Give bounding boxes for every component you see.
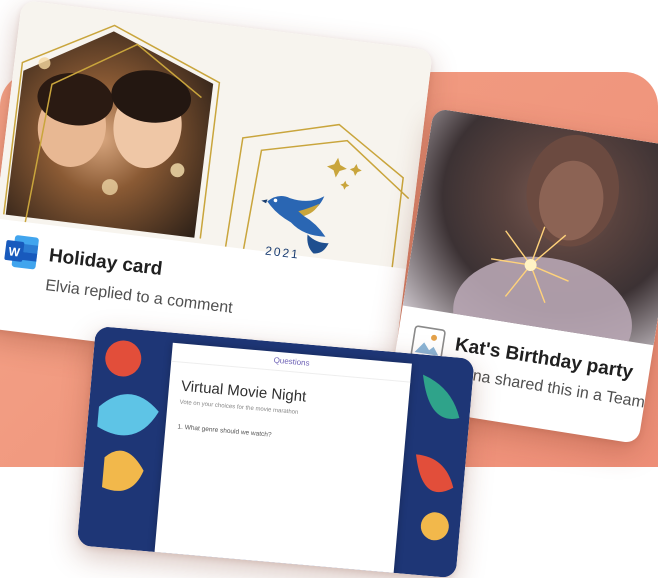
birthday-card-image	[402, 108, 658, 379]
holiday-card-title[interactable]: Holiday card	[48, 245, 164, 281]
holiday-card-image: 2021	[0, 0, 433, 273]
form-question: 1. What genre should we watch?	[177, 423, 272, 439]
holiday-card-subtitle: Elvia replied to a comment	[44, 277, 234, 317]
word-icon: W	[1, 232, 42, 277]
holiday-card-year: 2021	[264, 243, 301, 262]
movie-form-document: Questions Virtual Movie Night Vote on yo…	[153, 342, 412, 578]
holiday-card[interactable]: 2021 W Holiday card Elvia replied to a c…	[0, 0, 433, 378]
movie-night-card[interactable]: Questions Virtual Movie Night Vote on yo…	[76, 326, 475, 578]
